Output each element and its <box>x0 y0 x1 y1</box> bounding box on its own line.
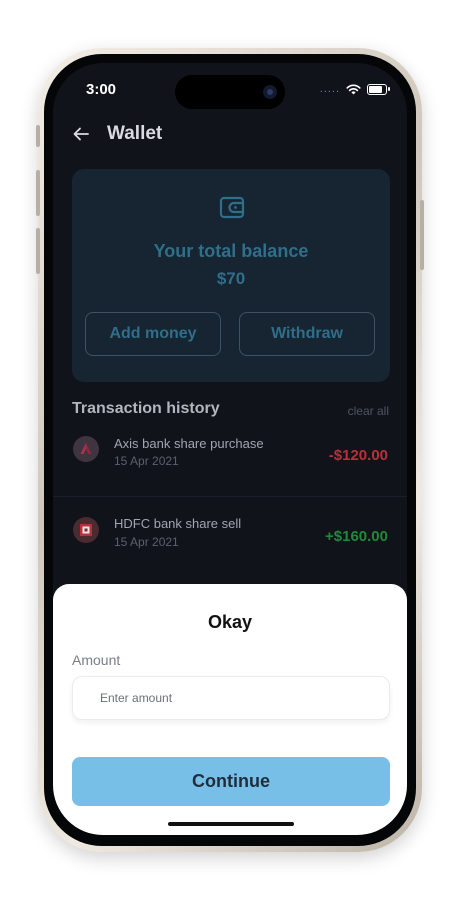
dynamic-island <box>175 75 285 109</box>
withdraw-button[interactable]: Withdraw <box>239 312 375 356</box>
page-title: Wallet <box>107 123 163 144</box>
home-indicator <box>168 822 294 826</box>
transaction-amount: +$160.00 <box>325 528 388 545</box>
hdfc-bank-icon <box>73 517 99 543</box>
add-money-button[interactable]: Add money <box>85 312 221 356</box>
continue-button[interactable]: Continue <box>72 757 390 806</box>
transaction-date: 15 Apr 2021 <box>114 454 179 468</box>
transaction-name: Axis bank share purchase <box>114 436 264 451</box>
app-screen: 3:00 ..... Wallet Your total balance $70… <box>53 63 407 835</box>
status-icons: ..... <box>319 83 390 95</box>
battery-icon <box>367 83 390 95</box>
balance-amount: $70 <box>216 269 246 288</box>
power-button <box>420 200 424 270</box>
transaction-name: HDFC bank share sell <box>114 516 242 531</box>
wifi-icon <box>346 84 361 94</box>
balance-card: Your total balance $70 Add money Withdra… <box>72 169 390 382</box>
signal-icon: ..... <box>319 83 340 95</box>
balance-label: Your total balance <box>153 241 309 261</box>
amount-bottom-sheet: Okay Amount Continue <box>53 584 407 835</box>
wallet-icon <box>219 196 245 219</box>
action-button <box>36 125 40 147</box>
sheet-title: Okay <box>207 612 253 632</box>
volume-down-button <box>36 228 40 274</box>
camera-icon <box>263 85 277 99</box>
header: Wallet <box>71 123 162 145</box>
transaction-row[interactable]: Axis bank share purchase 15 Apr 2021 -$1… <box>53 416 407 496</box>
transaction-date: 15 Apr 2021 <box>114 535 179 549</box>
back-arrow-icon[interactable] <box>71 124 91 144</box>
transaction-amount: -$120.00 <box>328 447 388 464</box>
volume-up-button <box>36 170 40 216</box>
transaction-row[interactable]: HDFC bank share sell 15 Apr 2021 +$160.0… <box>53 497 407 577</box>
status-time: 3:00 <box>86 81 117 98</box>
axis-bank-icon <box>73 436 99 462</box>
amount-label: Amount <box>72 652 121 668</box>
amount-input[interactable] <box>72 676 390 720</box>
